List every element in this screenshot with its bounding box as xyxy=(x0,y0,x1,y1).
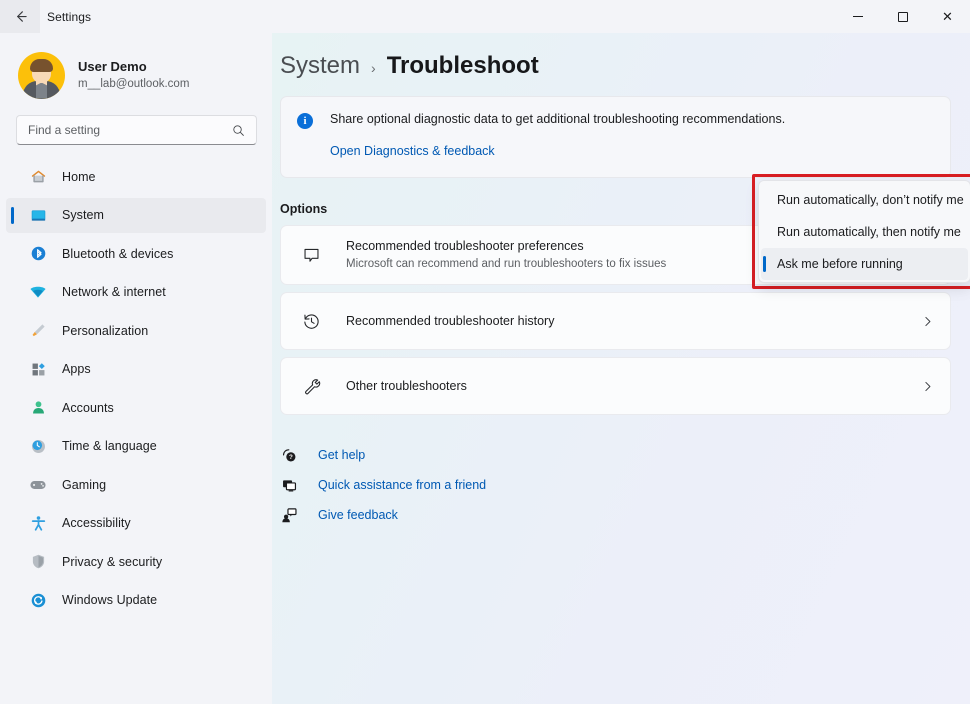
card-title: Recommended troubleshooter history xyxy=(346,313,555,328)
sidebar-item-accounts[interactable]: Accounts xyxy=(6,390,266,425)
sidebar-item-label: Time & language xyxy=(62,439,157,453)
card-recommended-troubleshooter-history[interactable]: Recommended troubleshooter history xyxy=(280,292,951,350)
minimize-button[interactable] xyxy=(835,0,880,33)
sidebar-item-label: Home xyxy=(62,169,96,184)
quick-assistance-link[interactable]: Quick assistance from a friend xyxy=(318,478,486,492)
give-feedback-link[interactable]: Give feedback xyxy=(318,508,398,522)
link-row-quick-assistance[interactable]: Quick assistance from a friend xyxy=(280,471,970,499)
window-title: Settings xyxy=(47,9,92,24)
dropdown-option-run-automatically-dont-notify[interactable]: Run automatically, don’t notify me xyxy=(761,184,968,216)
dropdown-option-label: Ask me before running xyxy=(777,257,903,271)
help-question-icon: ? xyxy=(280,446,298,464)
profile-email: m__lab@outlook.com xyxy=(78,77,190,90)
settings-window: Settings ✕ User Demo m__lab@outlook.com xyxy=(0,0,970,704)
sidebar-item-label: Apps xyxy=(62,362,91,376)
sidebar-item-personalization[interactable]: Personalization xyxy=(6,313,266,348)
sidebar-nav: Home System Bluetooth & devices Network … xyxy=(0,159,272,618)
card-other-troubleshooters[interactable]: Other troubleshooters xyxy=(280,357,951,415)
breadcrumb: System › Troubleshoot xyxy=(272,33,970,80)
link-row-give-feedback[interactable]: Give feedback xyxy=(280,501,970,529)
sidebar-item-time-language[interactable]: Time & language xyxy=(6,429,266,464)
banner-text: Share optional diagnostic data to get ad… xyxy=(330,112,786,126)
avatar xyxy=(18,51,65,99)
banner-row: i Share optional diagnostic data to get … xyxy=(297,112,932,129)
shield-icon xyxy=(28,552,48,572)
chevron-right-icon xyxy=(921,315,934,328)
card-body: Recommended troubleshooter history xyxy=(346,313,921,329)
card-title: Other troubleshooters xyxy=(346,378,467,393)
sidebar: User Demo m__lab@outlook.com Find a sett… xyxy=(0,33,272,704)
apps-icon xyxy=(28,359,48,379)
sidebar-item-network-internet[interactable]: Network & internet xyxy=(6,275,266,310)
main-content: System › Troubleshoot i Share optional d… xyxy=(272,33,970,704)
sidebar-item-label: Windows Update xyxy=(62,593,158,607)
sidebar-item-label: Accessibility xyxy=(62,516,131,530)
account-icon xyxy=(28,398,48,418)
speech-bubble-icon xyxy=(300,244,322,266)
info-icon: i xyxy=(297,113,313,129)
back-button[interactable] xyxy=(0,0,40,33)
feedback-person-icon xyxy=(280,506,298,524)
home-icon xyxy=(28,167,48,187)
paintbrush-icon xyxy=(28,321,48,341)
wrench-icon xyxy=(300,375,322,397)
accessibility-icon xyxy=(28,513,48,533)
search-icon xyxy=(232,124,256,137)
chevron-right-icon: › xyxy=(371,60,376,76)
sidebar-item-apps[interactable]: Apps xyxy=(6,352,266,387)
dropdown-highlight-box: Run automatically, don’t notify me Run a… xyxy=(752,174,970,289)
sidebar-item-label: System xyxy=(62,208,104,222)
page-title: Troubleshoot xyxy=(386,52,539,79)
dropdown-option-label: Run automatically, then notify me xyxy=(777,225,961,239)
sidebar-item-privacy-security[interactable]: Privacy & security xyxy=(6,544,266,579)
breadcrumb-parent[interactable]: System xyxy=(280,52,360,80)
sidebar-item-label: Accounts xyxy=(62,400,114,415)
wifi-icon xyxy=(28,282,48,302)
close-button[interactable]: ✕ xyxy=(925,0,970,33)
svg-text:?: ? xyxy=(288,454,292,461)
get-help-link[interactable]: Get help xyxy=(318,448,365,462)
search-box[interactable] xyxy=(16,115,257,145)
update-icon xyxy=(28,590,48,610)
sidebar-item-home[interactable]: Home xyxy=(6,159,266,194)
avatar-collar xyxy=(36,82,47,99)
sidebar-item-label: Personalization xyxy=(62,323,149,338)
maximize-icon xyxy=(897,11,908,22)
sidebar-item-system[interactable]: System xyxy=(6,197,266,233)
sidebar-item-label: Bluetooth & devices xyxy=(62,246,174,261)
sidebar-item-accessibility[interactable]: Accessibility xyxy=(6,506,266,541)
sidebar-item-windows-update[interactable]: Windows Update xyxy=(6,583,266,618)
system-icon xyxy=(28,205,48,225)
bluetooth-icon xyxy=(28,244,48,264)
clock-globe-icon xyxy=(28,436,48,456)
sidebar-item-label: Privacy & security xyxy=(62,554,163,569)
dropdown-option-run-automatically-then-notify[interactable]: Run automatically, then notify me xyxy=(761,216,968,248)
sidebar-item-gaming[interactable]: Gaming xyxy=(6,467,266,502)
link-row-get-help[interactable]: ? Get help xyxy=(280,441,970,469)
minimize-icon xyxy=(852,16,863,17)
card-body: Other troubleshooters xyxy=(346,378,921,394)
profile-text: User Demo m__lab@outlook.com xyxy=(78,59,189,92)
troubleshooter-preference-dropdown[interactable]: Run automatically, don’t notify me Run a… xyxy=(758,180,970,283)
open-diagnostics-feedback-link[interactable]: Open Diagnostics & feedback xyxy=(330,144,495,158)
profile-name: User Demo xyxy=(78,58,147,74)
close-icon: ✕ xyxy=(942,9,953,24)
gamepad-icon xyxy=(28,475,48,495)
monitor-share-icon xyxy=(280,476,298,494)
search-input[interactable] xyxy=(17,123,232,137)
sidebar-item-label: Network & internet xyxy=(62,285,166,299)
diagnostic-banner: i Share optional diagnostic data to get … xyxy=(280,96,951,178)
title-bar: Settings ✕ xyxy=(0,0,970,33)
user-profile[interactable]: User Demo m__lab@outlook.com xyxy=(0,33,272,103)
dropdown-option-ask-me-before-running[interactable]: Ask me before running xyxy=(761,248,968,280)
sidebar-item-bluetooth-devices[interactable]: Bluetooth & devices xyxy=(6,236,266,271)
help-links: ? Get help Quick assistance from a frien… xyxy=(280,441,970,529)
maximize-button[interactable] xyxy=(880,0,925,33)
chevron-right-icon xyxy=(921,380,934,393)
sidebar-item-label: Gaming xyxy=(62,477,107,492)
dropdown-option-label: Run automatically, don’t notify me xyxy=(777,193,964,207)
history-clock-icon xyxy=(300,310,322,332)
avatar-hair xyxy=(30,58,53,72)
